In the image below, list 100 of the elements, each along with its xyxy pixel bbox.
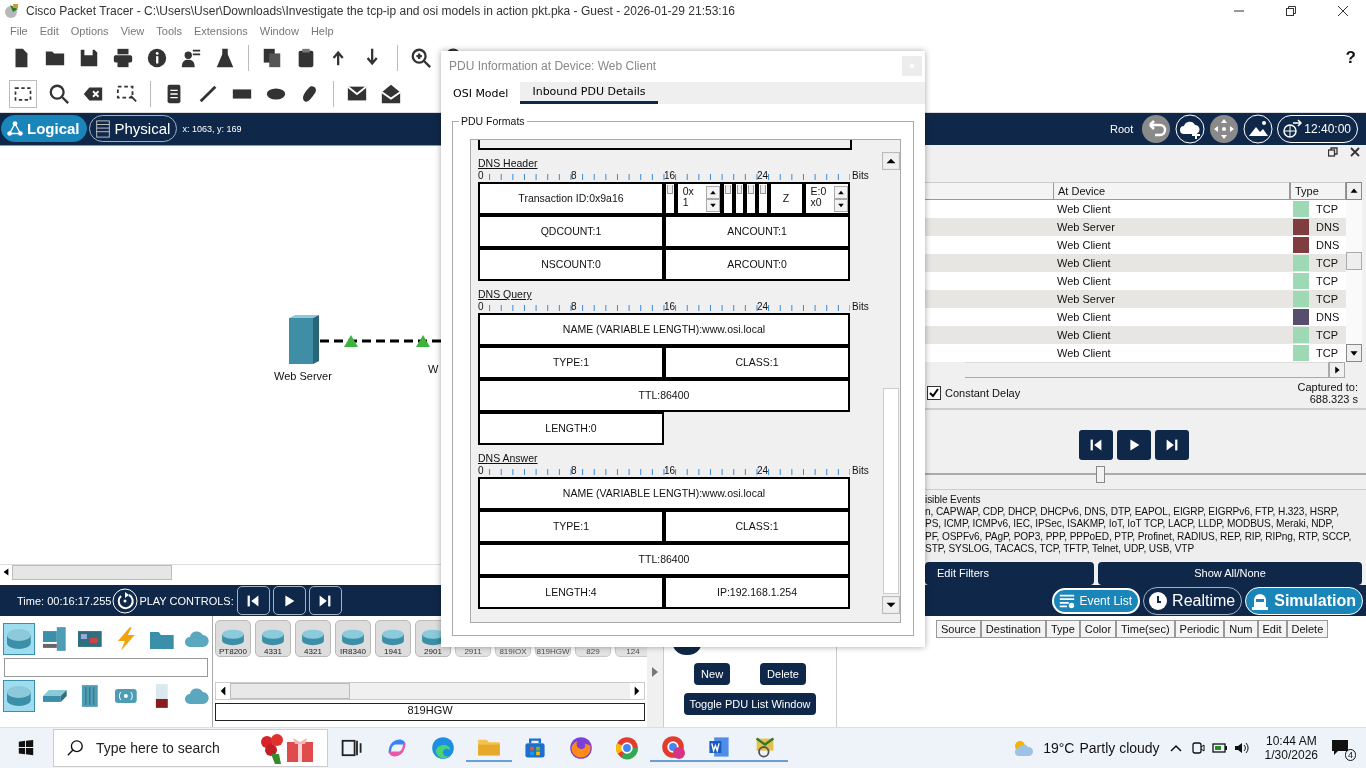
spin-field[interactable]: E:0 x0: [803, 182, 850, 215]
table-cell-text: Web Server: [1056, 221, 1116, 234]
captured-value: 688.323 s: [1309, 392, 1358, 405]
field-cell: ARCOUNT:0: [664, 248, 850, 281]
event-row[interactable]: Web Client TCP: [925, 344, 1346, 363]
device-label: Web Server: [274, 369, 332, 382]
table-cell-text: DNS: [1315, 221, 1340, 234]
field-cell: IP:192.168.1.254: [664, 576, 850, 609]
view-tab[interactable]: Logical: [1, 115, 87, 143]
help-button[interactable]: ?: [1345, 47, 1356, 68]
filter-button[interactable]: Edit Filters: [925, 561, 1094, 585]
ruler-label: 8: [571, 465, 577, 476]
event-row[interactable]: Web Client TCP: [925, 200, 1346, 219]
mode-tab[interactable]: Simulation: [1245, 586, 1363, 615]
temperature[interactable]: 19°C: [1043, 740, 1075, 757]
filter-button[interactable]: Show All/None: [1098, 561, 1362, 585]
new-button[interactable]: New: [694, 663, 731, 686]
column-header[interactable]: At Device: [1053, 182, 1290, 201]
dialog-title: PDU Information at Device: Web Client: [449, 59, 657, 73]
table-cell-text: Web Client: [1056, 257, 1112, 270]
field-cell: Transaction ID:0x9a16: [478, 182, 664, 215]
device-tile[interactable]: IR8340: [335, 620, 371, 658]
field-cell: LENGTH:0: [478, 412, 664, 445]
ruler-label: 24: [757, 170, 769, 181]
ruler-label: 16: [664, 465, 676, 476]
section-title: DNS Header: [478, 157, 538, 169]
taskbar-date[interactable]: 1/30/2026: [1264, 748, 1318, 763]
field-cell: QDCOUNT:1: [478, 215, 664, 248]
menu-item[interactable]: File: [4, 24, 34, 37]
table-cell-text: Web Client: [1056, 239, 1112, 252]
table-cell-text: Web Client: [1056, 311, 1112, 324]
column-header[interactable]: Num: [1224, 620, 1258, 639]
event-row[interactable]: Web Client DNS: [925, 236, 1346, 255]
device-name-field: 819HGW: [215, 703, 645, 722]
menu-item[interactable]: Options: [64, 24, 115, 37]
table-cell-text: Web Client: [1056, 347, 1112, 360]
dialog-tab[interactable]: Inbound PDU Details: [520, 82, 658, 104]
field-cell: CLASS:1: [664, 346, 850, 379]
menu-item[interactable]: Edit: [33, 24, 65, 37]
ruler-label: 0: [478, 170, 484, 181]
menu-item[interactable]: Tools: [150, 24, 188, 37]
field-cell: NAME (VARIABLE LENGTH):www.osi.local: [478, 313, 850, 346]
table-cell-text: Web Client: [1056, 203, 1112, 216]
column-header[interactable]: Time(sec): [1116, 620, 1175, 639]
toggle-pdu-list-button[interactable]: Toggle PDU List Window: [684, 693, 816, 716]
play-controls-label: PLAY CONTROLS:: [139, 594, 234, 607]
event-row[interactable]: Web Client TCP: [925, 254, 1346, 273]
device-tile[interactable]: 4331: [255, 620, 291, 658]
column-header[interactable]: Color: [1079, 620, 1117, 639]
menu-item[interactable]: Help: [304, 24, 340, 37]
event-row[interactable]: Web Client DNS: [925, 308, 1346, 327]
delete-button[interactable]: Delete: [760, 663, 806, 686]
event-row[interactable]: Web Client TCP: [925, 272, 1346, 291]
taskbar-time[interactable]: 10:44 AM: [1265, 734, 1317, 749]
simulation-time: Time: 00:16:17.255: [17, 594, 112, 607]
ruler-unit: Bits: [852, 465, 869, 476]
column-header[interactable]: Type: [1290, 182, 1346, 201]
taskbar-search-field[interactable]: Type here to search: [53, 729, 328, 768]
group-title: PDU Formats: [459, 115, 527, 127]
event-row[interactable]: Web Server TCP: [925, 290, 1346, 309]
section-title: DNS Query: [478, 288, 532, 300]
menu-item[interactable]: View: [114, 24, 151, 37]
section-title: DNS Answer: [478, 452, 538, 464]
column-header[interactable]: Source: [936, 620, 981, 639]
spin-field[interactable]: 0x 1: [675, 182, 723, 215]
ruler-label: 24: [757, 301, 769, 312]
captured-label: Captured to:: [1297, 380, 1358, 393]
event-list-button[interactable]: Event List: [1052, 587, 1141, 614]
column-header[interactable]: Type: [1045, 620, 1080, 639]
event-types-text: PS, ICMP, ICMPv6, IEC, IPSec, ISAKMP, IoT, IoT TCP, LACP, LLDP, MODBUS, Meraki, NDP,: [925, 518, 1334, 531]
cursor-coordinates: x: 1063, y: 169: [182, 123, 242, 134]
event-types-text: STP, SYSLOG, TACACS, TCP, TFTP, Telnet, UDP, USB, VTP: [925, 543, 1195, 556]
event-row[interactable]: Web Server DNS: [925, 218, 1346, 237]
ruler-label: 8: [571, 301, 577, 312]
column-header[interactable]: Periodic: [1174, 620, 1225, 639]
table-cell-text: TCP: [1315, 275, 1338, 288]
table-cell-text: Web Server: [1056, 293, 1116, 306]
column-header[interactable]: Destination: [980, 620, 1046, 639]
table-cell-text: TCP: [1315, 257, 1338, 270]
device-tile[interactable]: 1941: [375, 620, 411, 658]
weather-condition[interactable]: Partly cloudy: [1079, 740, 1160, 757]
table-cell-text: TCP: [1315, 203, 1338, 216]
ruler-label: 16: [664, 301, 676, 312]
column-header[interactable]: Delete: [1286, 620, 1329, 639]
ruler-unit: Bits: [852, 170, 869, 181]
field-cell: TYPE:1: [478, 346, 664, 379]
menu-item[interactable]: Window: [253, 24, 305, 37]
root-label: Root: [1110, 122, 1134, 135]
table-cell-text: Web Client: [1056, 329, 1112, 342]
table-cell-text: TCP: [1315, 293, 1338, 306]
ruler-unit: Bits: [852, 301, 869, 312]
column-header[interactable]: Edit: [1257, 620, 1287, 639]
field-cell: TTL:86400: [478, 379, 850, 412]
menu-item[interactable]: Extensions: [187, 24, 254, 37]
event-row[interactable]: Web Client TCP: [925, 326, 1346, 345]
field-cell: TTL:86400: [478, 543, 850, 576]
device-tile[interactable]: PT8200: [215, 620, 251, 658]
field-cell: NAME (VARIABLE LENGTH):www.osi.local: [478, 477, 850, 510]
device-tile[interactable]: 4321: [295, 620, 331, 658]
table-cell-text: Web Client: [1056, 275, 1112, 288]
